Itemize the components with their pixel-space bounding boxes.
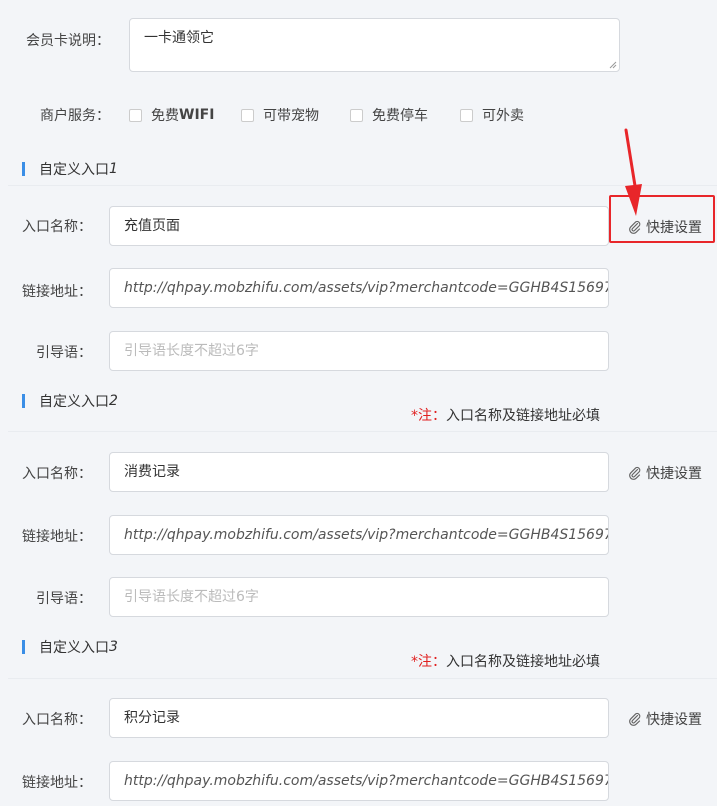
required-note-text: 入口名称及链接地址必填 — [446, 654, 600, 670]
resize-handle-icon[interactable] — [609, 61, 617, 69]
paperclip-icon — [629, 712, 641, 726]
section-accent-bar — [22, 640, 25, 654]
section-number: 2 — [109, 393, 118, 409]
required-note-text: 入口名称及链接地址必填 — [446, 408, 600, 424]
section-header-entry-1: 自定义入口 1 — [22, 159, 118, 179]
section-title: 自定义入口 — [39, 394, 109, 410]
checkbox[interactable] — [460, 108, 473, 122]
card-description-textarea[interactable]: 一卡通领它 — [129, 18, 620, 72]
entry-guide-label: 引导语： — [36, 345, 92, 361]
required-star: *注： — [411, 408, 446, 424]
section-header-entry-3: 自定义入口 3 — [22, 637, 118, 657]
section-accent-bar — [22, 394, 25, 408]
service-label: 可外卖 — [482, 108, 524, 124]
entry-3-url-input[interactable]: http://qhpay.mobzhifu.com/assets/vip?mer… — [109, 761, 609, 801]
service-label: 可带宠物 — [263, 108, 319, 124]
entry-2-guide-input[interactable]: 引导语长度不超过6字 — [109, 577, 609, 617]
entry-3-quick-settings-button[interactable]: 快捷设置 — [628, 709, 702, 729]
section-accent-bar — [22, 162, 25, 176]
section-title: 自定义入口 — [39, 640, 109, 656]
section-title: 自定义入口 — [39, 162, 109, 178]
entry-1-guide-input[interactable]: 引导语长度不超过6字 — [109, 331, 609, 371]
service-label-bold: WIFI — [179, 107, 215, 123]
entry-name-label: 入口名称： — [22, 712, 92, 728]
annotation-arrow-icon — [624, 128, 642, 216]
entry-guide-label: 引导语： — [36, 591, 92, 607]
service-label: 免费停车 — [372, 108, 428, 124]
service-label: 免费 — [151, 108, 179, 124]
entry-2-quick-settings-button[interactable]: 快捷设置 — [628, 463, 702, 483]
section-number: 1 — [109, 161, 118, 177]
checkbox[interactable] — [350, 108, 363, 122]
entry-url-label: 链接地址： — [22, 284, 92, 300]
divider — [8, 431, 717, 432]
entry-url-label: 链接地址： — [22, 775, 92, 791]
service-checkbox-wifi[interactable]: 免费 WIFI — [129, 105, 214, 125]
required-star: *注： — [411, 654, 446, 670]
card-description-label: 会员卡说明： — [26, 33, 110, 49]
divider — [8, 185, 717, 186]
card-description-value: 一卡通领它 — [144, 30, 214, 46]
entry-name-label: 入口名称： — [22, 466, 92, 482]
paperclip-icon — [629, 466, 641, 480]
section-number: 3 — [109, 639, 118, 655]
checkbox[interactable] — [129, 108, 142, 122]
section-header-entry-2: 自定义入口 2 — [22, 391, 118, 411]
required-note: *注：入口名称及链接地址必填 — [411, 651, 600, 671]
service-checkbox-parking[interactable]: 免费停车 — [350, 105, 428, 125]
quick-settings-label: 快捷设置 — [646, 712, 702, 728]
entry-3-name-input[interactable]: 积分记录 — [109, 698, 609, 738]
checkbox[interactable] — [241, 108, 254, 122]
quick-settings-label: 快捷设置 — [646, 466, 702, 482]
entry-2-url-input[interactable]: http://qhpay.mobzhifu.com/assets/vip?mer… — [109, 515, 609, 555]
service-checkbox-pets[interactable]: 可带宠物 — [241, 105, 319, 125]
service-checkbox-takeaway[interactable]: 可外卖 — [460, 105, 524, 125]
entry-2-name-input[interactable]: 消费记录 — [109, 452, 609, 492]
required-note: *注：入口名称及链接地址必填 — [411, 405, 600, 425]
divider — [8, 678, 717, 679]
entry-url-label: 链接地址： — [22, 529, 92, 545]
entry-1-url-input[interactable]: http://qhpay.mobzhifu.com/assets/vip?mer… — [109, 268, 609, 308]
entry-name-label: 入口名称： — [22, 219, 92, 235]
entry-1-name-input[interactable]: 充值页面 — [109, 206, 609, 246]
merchant-services-label: 商户服务： — [40, 108, 110, 124]
